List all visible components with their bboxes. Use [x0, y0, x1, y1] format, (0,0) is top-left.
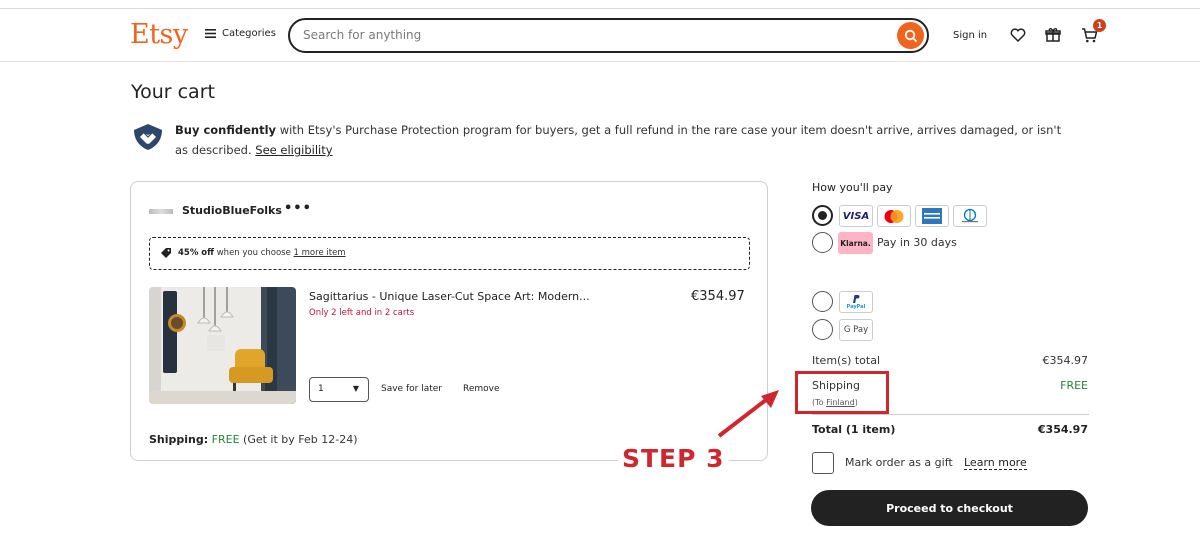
radio-paypal[interactable]: [812, 291, 833, 312]
amex-icon: [915, 205, 949, 227]
google-pay-icon: G Pay: [839, 319, 873, 341]
shipping-info-label: Shipping:: [149, 433, 209, 446]
items-total-label: Item(s) total: [812, 354, 881, 367]
etsy-logo[interactable]: Etsy: [130, 19, 188, 50]
shop-name[interactable]: StudioBlueFolks: [182, 204, 282, 217]
promo-text: 45% off when you choose 1 more item: [178, 248, 346, 258]
gift-button[interactable]: [1042, 24, 1064, 46]
shop-cart-card: StudioBlueFolks ••• 45% off when you cho…: [130, 181, 768, 461]
save-for-later-button[interactable]: Save for later: [381, 384, 442, 394]
promo-body: when you choose: [214, 248, 294, 258]
heart-icon: [1010, 28, 1026, 42]
promo-banner: 45% off when you choose 1 more item: [149, 237, 750, 270]
cart-count-badge: 1: [1093, 19, 1106, 32]
purchase-protection-text: Buy confidently with Etsy's Purchase Pro…: [175, 120, 1075, 160]
step-highlight-box: [795, 371, 889, 414]
item-price: €354.97: [691, 289, 745, 304]
search-bar[interactable]: Search for anything: [288, 18, 929, 53]
search-button[interactable]: [897, 22, 924, 49]
quantity-value: 1: [318, 384, 324, 394]
tag-icon: [161, 248, 171, 258]
klarna-label: Pay in 30 days: [877, 236, 957, 249]
remove-button[interactable]: Remove: [463, 384, 500, 394]
shop-logo[interactable]: [149, 209, 173, 214]
promo-bold: 45% off: [178, 248, 215, 258]
payment-heading: How you'll pay: [812, 181, 893, 194]
total-value: €354.97: [1037, 423, 1088, 436]
shipping-eta: (Get it by Feb 12-24): [239, 433, 358, 446]
items-total-value: €354.97: [1042, 354, 1089, 367]
radio-google-pay[interactable]: [812, 319, 833, 340]
diners-club-icon: [953, 205, 987, 227]
stock-warning: Only 2 left and in 2 carts: [309, 308, 415, 318]
purchase-protection-icon: [131, 122, 165, 152]
gift-label: Mark order as a gift: [845, 456, 953, 469]
step-arrow-icon: [717, 390, 779, 438]
item-thumbnail[interactable]: [149, 287, 296, 404]
promo-more-item-link[interactable]: 1 more item: [294, 248, 346, 258]
radio-card-payment[interactable]: [812, 205, 833, 226]
summary-divider: [812, 414, 1089, 415]
step-label: STEP 3: [618, 444, 729, 473]
protection-bold: Buy confidently: [175, 123, 277, 137]
chevron-down-icon: ▼: [352, 384, 359, 393]
search-icon: [904, 29, 917, 42]
google-pay-logo-text: G Pay: [843, 325, 869, 335]
gift-icon: [1045, 28, 1061, 42]
gift-checkbox[interactable]: [812, 452, 834, 474]
page-title: Your cart: [131, 81, 215, 103]
mastercard-icon: [877, 205, 911, 227]
search-input[interactable]: Search for anything: [303, 28, 421, 42]
paypal-icon: PayPal: [839, 291, 873, 313]
shop-more-options-icon[interactable]: •••: [284, 201, 312, 216]
shipping-value: FREE: [1060, 379, 1088, 392]
radio-klarna[interactable]: [812, 232, 833, 253]
see-eligibility-link[interactable]: See eligibility: [255, 143, 332, 157]
categories-label: Categories: [222, 28, 276, 39]
item-title-link[interactable]: Sagittarius - Unique Laser-Cut Space Art…: [309, 290, 590, 303]
total-label: Total (1 item): [812, 423, 896, 436]
shipping-info: Shipping: FREE (Get it by Feb 12-24): [149, 433, 358, 446]
visa-icon: VISA: [839, 205, 873, 227]
site-header: Etsy Categories Search for anything Sign…: [0, 9, 1200, 62]
shipping-info-free: FREE: [211, 433, 240, 446]
proceed-to-checkout-button[interactable]: Proceed to checkout: [811, 490, 1088, 526]
categories-menu[interactable]: Categories: [205, 28, 276, 39]
menu-icon: [205, 29, 216, 38]
quantity-select[interactable]: 1 ▼: [309, 377, 369, 402]
klarna-logo: Klarna.: [838, 232, 873, 254]
paypal-logo-text: PayPal: [846, 304, 866, 310]
sign-in-link[interactable]: Sign in: [953, 30, 987, 41]
gift-learn-more-link[interactable]: Learn more: [964, 456, 1027, 470]
favorites-button[interactable]: [1007, 24, 1029, 46]
